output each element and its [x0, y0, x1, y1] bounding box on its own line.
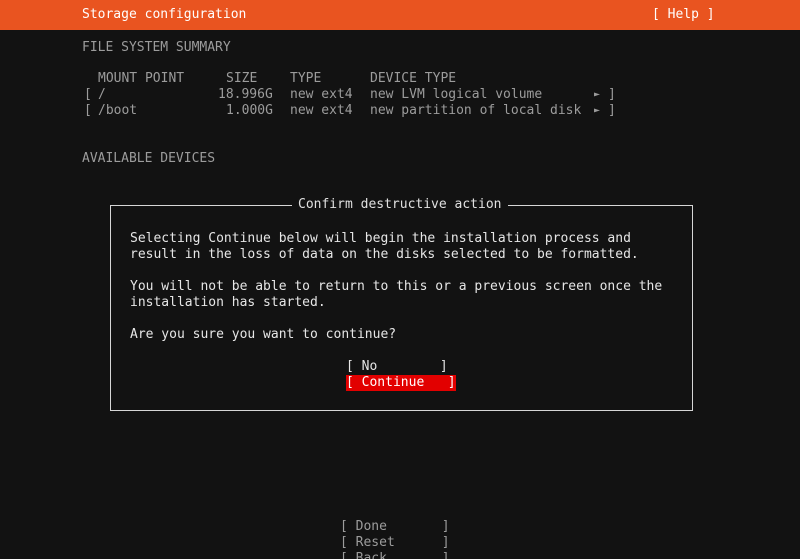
available-devices-heading: AVAILABLE DEVICES [82, 151, 216, 166]
row-type: new ext4 [290, 103, 353, 118]
dialog-message-line: installation has started. [130, 295, 326, 310]
done-button[interactable]: [ Done ] [340, 519, 450, 535]
help-button[interactable]: [ Help ] [652, 7, 715, 23]
row-open-bracket: [ [84, 103, 92, 118]
row-size: 18.996G [218, 87, 273, 102]
col-device-type: DEVICE TYPE [370, 71, 457, 86]
no-button[interactable]: [ No ] [346, 359, 448, 375]
row-mount: /boot [98, 103, 138, 118]
row-menu-arrow-icon[interactable]: ► [594, 103, 600, 119]
col-size: SIZE [226, 71, 258, 86]
dialog-question: Are you sure you want to continue? [130, 327, 397, 342]
continue-button[interactable]: [ Continue ] [346, 375, 456, 391]
file-system-summary-heading: FILE SYSTEM SUMMARY [82, 40, 231, 55]
dialog-title: Confirm destructive action [292, 197, 508, 213]
row-close-bracket: ] [608, 103, 616, 118]
col-type: TYPE [290, 71, 322, 86]
row-device-type: new LVM logical volume [370, 87, 543, 102]
row-size: 1.000G [226, 103, 273, 118]
header-bar: Storage configuration [ Help ] [0, 0, 800, 30]
row-open-bracket: [ [84, 87, 92, 102]
dialog-message-line: result in the loss of data on the disks … [130, 247, 639, 262]
reset-button[interactable]: [ Reset ] [340, 535, 450, 551]
dialog-message-line: You will not be able to return to this o… [130, 279, 663, 294]
row-menu-arrow-icon[interactable]: ► [594, 87, 600, 103]
row-mount: / [98, 87, 106, 102]
back-button[interactable]: [ Back ] [340, 551, 450, 559]
page-title: Storage configuration [82, 7, 247, 22]
col-mount-point: MOUNT POINT [98, 71, 185, 86]
row-close-bracket: ] [608, 87, 616, 102]
row-device-type: new partition of local disk [370, 103, 582, 118]
row-type: new ext4 [290, 87, 353, 102]
dialog-message-line: Selecting Continue below will begin the … [130, 231, 631, 246]
